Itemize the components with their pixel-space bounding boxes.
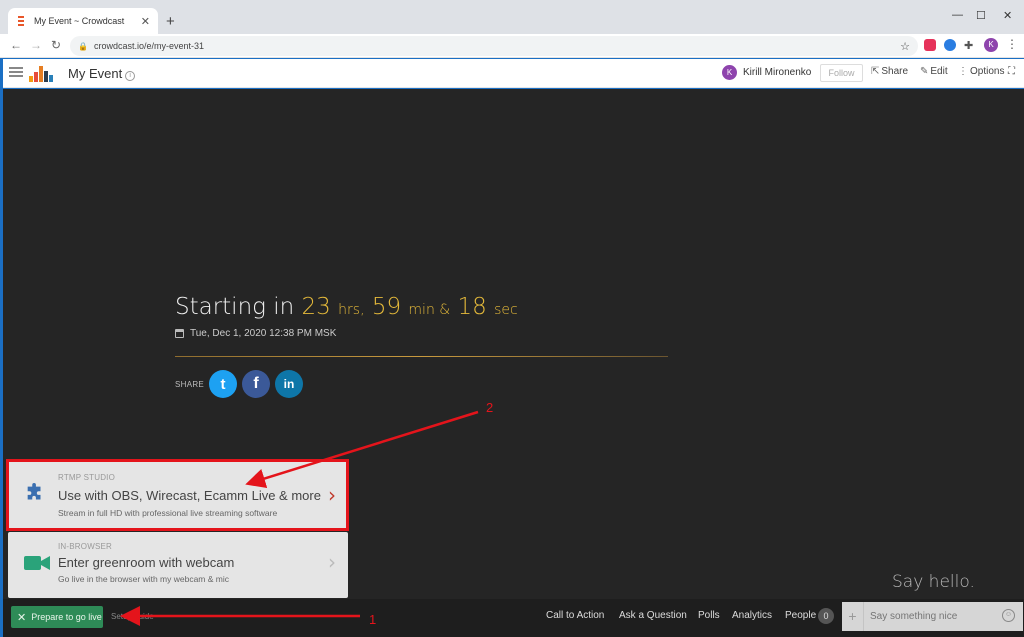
rtmp-studio-option[interactable]: RTMP STUDIO Use with OBS, Wirecast, Ecam… [8, 461, 348, 531]
tab-close-icon[interactable]: ✕ [141, 15, 150, 28]
browser-toolbar: ← → ↻ 🔒 crowdcast.io/e/my-event-31 ☆ ✚ K… [0, 34, 1024, 58]
linkedin-share-button[interactable]: in [275, 370, 303, 398]
edit-button[interactable]: ✎ Edit [920, 66, 948, 77]
annotation-label-1: 1 [369, 612, 377, 627]
edit-icon: ✎ [920, 66, 929, 77]
polls-link[interactable]: Polls [698, 610, 720, 621]
countdown-hours: 23 [301, 294, 331, 320]
option-subtitle: Go live in the browser with my webcam & … [58, 574, 229, 584]
setup-guide-link[interactable]: Setup guide [111, 612, 154, 621]
browser-tab[interactable]: My Event ~ Crowdcast ✕ [8, 8, 158, 34]
countdown-hours-unit: hrs, [338, 302, 365, 318]
facebook-share-button[interactable]: f [242, 370, 270, 398]
event-date: Tue, Dec 1, 2020 12:38 PM MSK [175, 328, 336, 339]
edit-label: Edit [930, 66, 948, 77]
share-button[interactable]: ⇱ Share [871, 66, 908, 77]
twitter-share-button[interactable]: t [209, 370, 237, 398]
event-stage: Starting in 23 hrs, 59 min & 18 sec Tue,… [3, 89, 1024, 637]
annotation-label-2: 2 [486, 400, 494, 415]
option-subtitle: Stream in full HD with professional live… [58, 508, 278, 518]
options-button[interactable]: ⋮ Options [958, 66, 1004, 77]
countdown: Starting in 23 hrs, 59 min & 18 sec [175, 294, 518, 320]
countdown-seconds-unit: sec [494, 302, 518, 318]
maximize-button[interactable]: ☐ [976, 9, 986, 22]
bottom-bar: ✕ Prepare to go live Setup guide Call to… [3, 599, 1024, 637]
close-icon: ✕ [17, 611, 27, 624]
options-label: Options [970, 66, 1005, 77]
minimize-button[interactable]: — [952, 9, 963, 21]
event-title: My Event i [68, 66, 136, 81]
extension-icon[interactable] [944, 39, 956, 51]
share-label: SHARE [175, 380, 205, 389]
chat-input[interactable] [864, 611, 994, 622]
back-icon[interactable]: ← [10, 38, 22, 52]
option-kind: IN-BROWSER [58, 542, 112, 551]
chevron-right-icon: › [328, 483, 336, 507]
chat-empty-message: Say hello. [892, 572, 975, 592]
fullscreen-icon[interactable]: ⛶ [1008, 66, 1015, 77]
people-count-badge: 0 [818, 608, 834, 624]
info-icon[interactable]: i [125, 71, 136, 81]
plus-icon[interactable]: + [842, 602, 864, 631]
option-title: Use with OBS, Wirecast, Ecamm Live & mor… [58, 488, 321, 503]
puzzle-icon [27, 483, 41, 500]
countdown-seconds: 18 [457, 294, 487, 320]
option-kind: RTMP STUDIO [58, 473, 116, 482]
option-title: Enter greenroom with webcam [58, 555, 235, 570]
forward-icon[interactable]: → [30, 38, 42, 52]
share-label: Share [881, 66, 909, 77]
prepare-to-go-live-button[interactable]: ✕ Prepare to go live [11, 606, 103, 628]
event-date-text: Tue, Dec 1, 2020 12:38 PM MSK [190, 328, 337, 339]
countdown-minutes: 59 [371, 294, 402, 320]
share-icon: ⇱ [871, 66, 880, 77]
smiley-icon[interactable]: ☺ [1002, 609, 1015, 622]
chevron-right-icon: › [328, 550, 336, 574]
crowdcast-favicon-icon [16, 15, 26, 27]
new-tab-button[interactable]: + [166, 13, 175, 30]
crowdcast-logo[interactable] [29, 66, 55, 82]
chat-box: + ☺ [842, 602, 1023, 631]
browser-tabstrip: My Event ~ Crowdcast ✕ + — ☐ ✕ [0, 0, 1024, 34]
hamburger-icon[interactable] [9, 67, 23, 77]
address-bar[interactable]: 🔒 crowdcast.io/e/my-event-31 ☆ [70, 36, 918, 56]
divider [175, 356, 668, 357]
people-link[interactable]: People [785, 610, 816, 621]
countdown-minutes-unit: min & [408, 302, 451, 318]
tab-title: My Event ~ Crowdcast [34, 16, 125, 26]
ask-question-link[interactable]: Ask a Question [619, 610, 687, 621]
follow-button[interactable]: Follow [820, 64, 863, 82]
extension-icon[interactable] [924, 39, 936, 51]
call-to-action-link[interactable]: Call to Action [546, 610, 604, 621]
calendar-icon [175, 329, 184, 338]
countdown-prefix: Starting in [175, 294, 295, 320]
app-header: My Event i K Kirill Mironenko Follow ⇱ Sha… [3, 59, 1024, 88]
prepare-label: Prepare to go live [31, 612, 102, 622]
extensions-puzzle-icon[interactable]: ✚ [964, 39, 976, 52]
browser-menu-icon[interactable]: ⋮ [1006, 37, 1018, 51]
user-name: Kirill Mironenko [743, 67, 812, 78]
url-text: crowdcast.io/e/my-event-31 [93, 41, 205, 51]
host-user[interactable]: K Kirill Mironenko [722, 65, 811, 80]
bookmark-star-icon[interactable]: ☆ [900, 40, 910, 53]
analytics-link[interactable]: Analytics [732, 610, 772, 621]
browser-profile-avatar[interactable]: K [984, 38, 998, 52]
lock-icon: 🔒 [78, 41, 88, 51]
reload-icon[interactable]: ↻ [51, 38, 61, 52]
event-title-text: My Event [68, 66, 123, 81]
avatar: K [722, 65, 737, 80]
camera-icon [24, 556, 50, 570]
in-browser-option[interactable]: IN-BROWSER Enter greenroom with webcam G… [8, 532, 348, 598]
window-close-button[interactable]: ✕ [1003, 9, 1012, 22]
options-icon: ⋮ [958, 66, 968, 77]
